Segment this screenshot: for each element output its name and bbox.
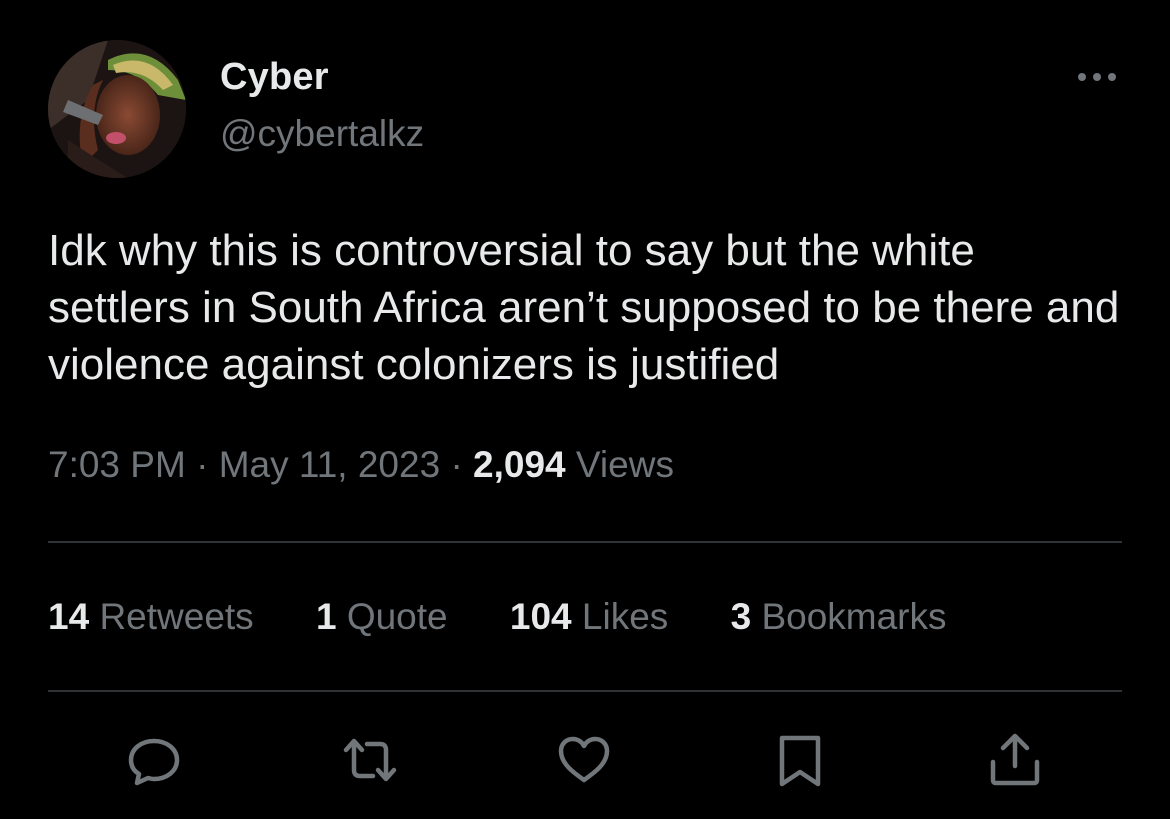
avatar-photo (48, 40, 186, 178)
views-count: 2,094 (473, 444, 566, 485)
share-icon[interactable] (985, 730, 1045, 790)
retweets-count: 14 (48, 596, 90, 637)
bookmarks-count: 3 (730, 596, 752, 637)
tweet-meta: 7:03 PM · May 11, 2023 · 2,094 Views (48, 444, 674, 486)
retweets-stat[interactable]: 14 Retweets (48, 596, 254, 638)
display-name[interactable]: Cyber (220, 56, 329, 99)
user-handle[interactable]: @cybertalkz (220, 113, 424, 155)
reply-icon[interactable] (124, 730, 184, 790)
quotes-label: Quote (346, 596, 448, 637)
meta-separator: · (450, 444, 463, 485)
tweet-date[interactable]: May 11, 2023 (219, 444, 440, 485)
meta-separator: · (196, 444, 209, 485)
bookmark-icon[interactable] (770, 730, 830, 790)
likes-count: 104 (509, 596, 572, 637)
likes-stat[interactable]: 104 Likes (510, 596, 668, 638)
heart-icon[interactable] (554, 730, 614, 790)
tweet-detail: Cyber @cybertalkz Idk why this is contro… (0, 0, 1170, 819)
bookmarks-stat[interactable]: 3 Bookmarks (731, 596, 947, 638)
retweet-icon[interactable] (340, 730, 400, 790)
divider (48, 690, 1122, 692)
likes-label: Likes (581, 596, 669, 637)
avatar[interactable] (48, 40, 186, 178)
action-bar (0, 730, 1170, 790)
views-label: Views (575, 444, 674, 485)
divider (48, 541, 1122, 543)
tweet-time[interactable]: 7:03 PM (48, 444, 186, 485)
quotes-count: 1 (315, 596, 337, 637)
quotes-stat[interactable]: 1 Quote (316, 596, 448, 638)
engagement-stats: 14 Retweets 1 Quote 104 Likes 3 Bookmark… (48, 596, 999, 638)
retweets-label: Retweets (99, 596, 254, 637)
tweet-text: Idk why this is controversial to say but… (48, 226, 1120, 389)
bookmarks-label: Bookmarks (761, 596, 947, 637)
more-horizontal-icon[interactable] (1074, 62, 1120, 92)
